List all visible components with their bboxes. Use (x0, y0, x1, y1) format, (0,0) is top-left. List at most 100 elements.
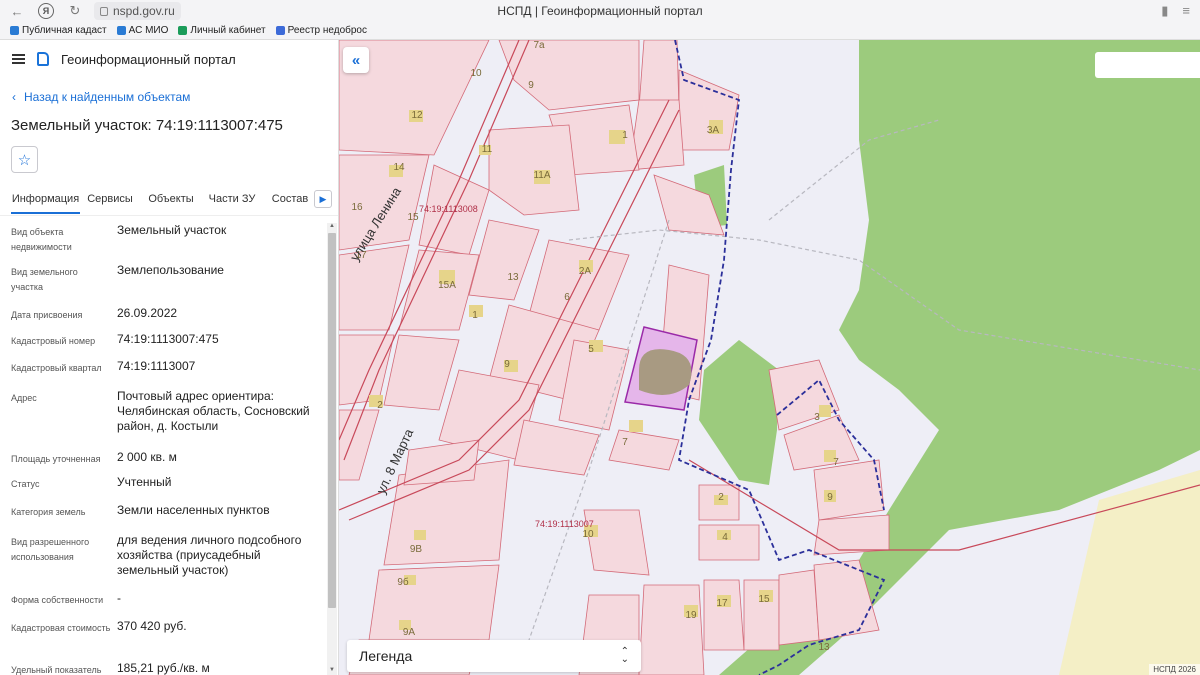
yandex-icon[interactable]: Я (38, 3, 54, 19)
collapse-panel-button[interactable]: « (343, 47, 369, 73)
address-bar[interactable]: nspd.gov.ru (94, 2, 181, 20)
bookmark-label: Реестр недоброс (287, 25, 367, 36)
legend-label: Легенда (359, 648, 413, 664)
house-number: 9 (827, 492, 833, 503)
house-number: 15А (438, 280, 456, 291)
house-number: 1 (472, 310, 478, 321)
bookmark-label: АС МИО (128, 25, 169, 36)
tab-bar: Состав Части ЗУ Объекты Сервисы Информация ▶ (0, 186, 338, 216)
bookmarks-bar: Публичная кадаст АС МИО Личный кабинет Реес… (0, 22, 1200, 40)
browser-actions: ▮ ≡ (1161, 3, 1190, 19)
house-number: 15 (407, 212, 419, 223)
browser-toolbar: ← Я ↻ nspd.gov.ru НСПД | Геоинформационн… (0, 0, 1200, 22)
property-value: Землепользование (117, 263, 224, 277)
house-number: 14 (393, 162, 405, 173)
cadastral-quarter-label: 74:19:1113007 (535, 519, 594, 529)
property-label: Кадастровая стоимость (11, 623, 111, 633)
property-label: Дата присвоения (11, 310, 83, 320)
property-label: Категория земель (11, 507, 86, 517)
url-text: nspd.gov.ru (113, 4, 175, 18)
house-number: 9 (528, 80, 534, 91)
tab-3[interactable]: Части ЗУ (207, 186, 257, 214)
property-value: 185,21 руб./кв. м (117, 661, 210, 675)
property-label: Площадь уточненная (11, 454, 101, 464)
house-number: 7 (833, 457, 839, 468)
map-copyright: НСПД 2026 (1149, 664, 1200, 675)
property-value: 74:19:1113007 (117, 359, 196, 373)
tab-1[interactable]: Сервисы (85, 186, 135, 214)
chevron-left-icon: ‹ (12, 90, 16, 104)
favorite-button[interactable]: ☆ (11, 146, 38, 173)
back-link-label: Назад к найденным объектам (24, 90, 191, 104)
house-number: 6 (564, 292, 570, 303)
chevrons-left-icon: « (351, 51, 361, 69)
map-view[interactable]: 7а 10 9 1 3А 12 11 14 11А 16 15 17 13 2А 15А 6 1 5 9 2 7 3 7 9 2… (339, 40, 1200, 675)
house-number: 9 (504, 359, 510, 370)
tab-4[interactable]: Состав (270, 186, 310, 214)
property-label: Вид объекта недвижимости (11, 227, 72, 252)
house-number: 13 (507, 272, 519, 283)
hamburger-menu-icon[interactable] (12, 54, 25, 64)
bookmark-label: Публичная кадаст (22, 25, 107, 36)
scrollbar-thumb[interactable] (328, 233, 336, 608)
property-value: Земельный участок (117, 223, 227, 237)
forest-area (699, 340, 779, 485)
house-number: 9А (403, 627, 416, 638)
back-to-results-link[interactable]: ‹ Назад к найденным объектам (12, 90, 338, 104)
property-value: 74:19:1113007:475 (117, 332, 219, 346)
property-value: Земли населенных пунктов (117, 503, 270, 517)
portal-logo-icon (37, 52, 49, 66)
bookmark-item[interactable]: АС МИО (116, 25, 169, 36)
property-label: Кадастровый номер (11, 336, 96, 346)
property-value: 26.09.2022 (117, 306, 178, 320)
house-number: 15 (758, 594, 770, 605)
panel-header: Геоинформационный портал (0, 40, 338, 78)
map-search-box[interactable] (1095, 52, 1200, 78)
object-title: Земельный участок: 74:19:1113007:475 (11, 117, 283, 134)
bookmark-label: Личный кабинет (190, 25, 266, 36)
house-number: 16 (351, 202, 363, 213)
panel-scrollbar[interactable]: ▲ ▼ (327, 223, 337, 675)
tab-0[interactable]: Информация (11, 186, 80, 214)
info-panel: Геоинформационный портал ‹ Назад к найде… (0, 40, 339, 675)
map-canvas[interactable]: 7а1091 3А12111411А161517132А15А6159273792… (339, 40, 1200, 675)
property-label: Кадастровый квартал (11, 363, 102, 373)
bookmark-item[interactable]: Публичная кадаст (10, 25, 107, 36)
house-number: 12 (411, 110, 423, 121)
property-label: Адрес (11, 393, 37, 403)
bookmark-icon[interactable]: ▮ (1161, 3, 1168, 19)
property-label: Удельный показатель (11, 665, 102, 675)
house-number: 19 (685, 610, 697, 621)
house-number: 3А (707, 125, 720, 136)
star-icon: ☆ (17, 151, 32, 169)
house-number: 11 (482, 144, 493, 155)
lock-icon (100, 6, 108, 16)
scroll-up-icon[interactable]: ▲ (328, 223, 336, 231)
updown-chevron-icon: ⌃ ⌄ (620, 646, 629, 665)
portal-name: Геоинформационный портал (61, 51, 236, 67)
bookmark-favicon-icon (10, 26, 19, 35)
menu-icon[interactable]: ≡ (1182, 3, 1190, 19)
selected-parcel-forest (639, 349, 692, 395)
property-label: Вид земельного участка (11, 267, 78, 292)
house-number: 9б (397, 576, 409, 588)
property-label: Статус (11, 479, 40, 489)
house-number: 2 (718, 492, 724, 503)
bookmark-item[interactable]: Реестр недоброс (275, 25, 367, 36)
house-number: 11А (533, 170, 550, 181)
house-number: 10 (582, 529, 594, 540)
legend-dropdown[interactable]: Легенда ⌃ ⌄ (347, 640, 641, 672)
house-number: 5 (588, 344, 594, 355)
reload-icon[interactable]: ↻ (64, 0, 86, 22)
bookmark-item[interactable]: Личный кабинет (178, 25, 266, 36)
tab-2[interactable]: Объекты (147, 186, 195, 214)
bookmark-favicon-icon (116, 26, 126, 35)
tabs-scroll-right-icon[interactable]: ▶ (314, 190, 332, 208)
property-value: для ведения личного подсобного хозяйства… (117, 533, 302, 577)
house-number: 2А (579, 266, 592, 277)
house-number: 1 (622, 130, 628, 141)
back-arrow-icon[interactable]: ← (6, 0, 28, 22)
scroll-down-icon[interactable]: ▼ (328, 667, 336, 675)
house-number: 13 (818, 642, 830, 653)
house-number: 7а (533, 40, 545, 51)
